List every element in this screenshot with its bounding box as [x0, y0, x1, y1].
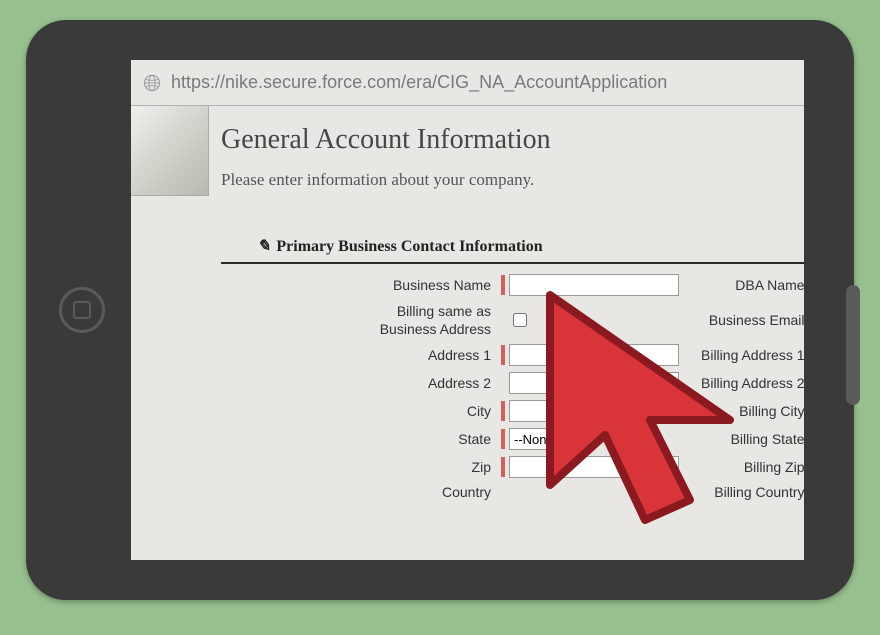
label-billing-city: Billing City	[701, 403, 804, 419]
field-address2-cell	[501, 372, 701, 394]
label-billing-country: Billing Country	[701, 484, 804, 500]
address2-input[interactable]	[509, 372, 679, 394]
section-rule	[221, 262, 804, 264]
page-subtitle: Please enter information about your comp…	[221, 170, 804, 190]
required-indicator	[501, 401, 505, 421]
home-button[interactable]	[59, 287, 105, 333]
business-name-input[interactable]	[509, 274, 679, 296]
label-country: Country	[221, 484, 501, 500]
label-city: City	[221, 403, 501, 419]
zip-input[interactable]	[509, 456, 679, 478]
label-address2: Address 2	[221, 375, 501, 391]
label-billing-address1: Billing Address 1	[701, 347, 804, 363]
section-header: ✎ Primary Business Contact Information	[257, 236, 804, 260]
required-indicator	[501, 457, 505, 477]
field-address1-cell	[501, 344, 701, 366]
select-arrow-icon: ▾	[578, 429, 596, 449]
label-billing-zip: Billing Zip	[701, 459, 804, 475]
label-zip: Zip	[221, 459, 501, 475]
label-dba-name: DBA Name	[701, 277, 804, 293]
field-business-name-cell	[501, 274, 701, 296]
url-bar[interactable]: https://nike.secure.force.com/era/CIG_NA…	[131, 60, 804, 106]
page-content: General Account Information Please enter…	[131, 106, 804, 500]
required-indicator	[501, 275, 505, 295]
tablet-frame: https://nike.secure.force.com/era/CIG_NA…	[26, 20, 854, 600]
billing-same-checkbox[interactable]	[513, 313, 527, 327]
section-title: Primary Business Contact Information	[276, 238, 542, 255]
browser-screen: https://nike.secure.force.com/era/CIG_NA…	[131, 60, 804, 560]
label-state: State	[221, 431, 501, 447]
field-city-cell	[501, 400, 701, 422]
form-grid: Business Name DBA Name Billing same as B…	[221, 274, 804, 500]
header-image	[131, 106, 209, 196]
field-zip-cell	[501, 456, 701, 478]
address1-input[interactable]	[509, 344, 679, 366]
field-state-cell: --None-- ▾	[501, 428, 701, 450]
field-billing-same-cell	[501, 313, 701, 327]
required-indicator	[501, 345, 505, 365]
city-input[interactable]	[509, 400, 679, 422]
state-select[interactable]: --None--	[509, 428, 580, 450]
page-title: General Account Information	[221, 124, 804, 156]
label-business-name: Business Name	[221, 277, 501, 293]
label-billing-same: Billing same as Business Address	[221, 302, 501, 338]
required-indicator	[501, 429, 505, 449]
tablet-side-button[interactable]	[846, 285, 860, 405]
edit-icon: ✎	[257, 238, 270, 255]
label-billing-state: Billing State	[701, 431, 804, 447]
globe-icon	[143, 74, 161, 92]
url-text[interactable]: https://nike.secure.force.com/era/CIG_NA…	[171, 72, 667, 93]
label-business-email: Business Email	[701, 312, 804, 328]
label-address1: Address 1	[221, 347, 501, 363]
label-billing-address2: Billing Address 2	[701, 375, 804, 391]
